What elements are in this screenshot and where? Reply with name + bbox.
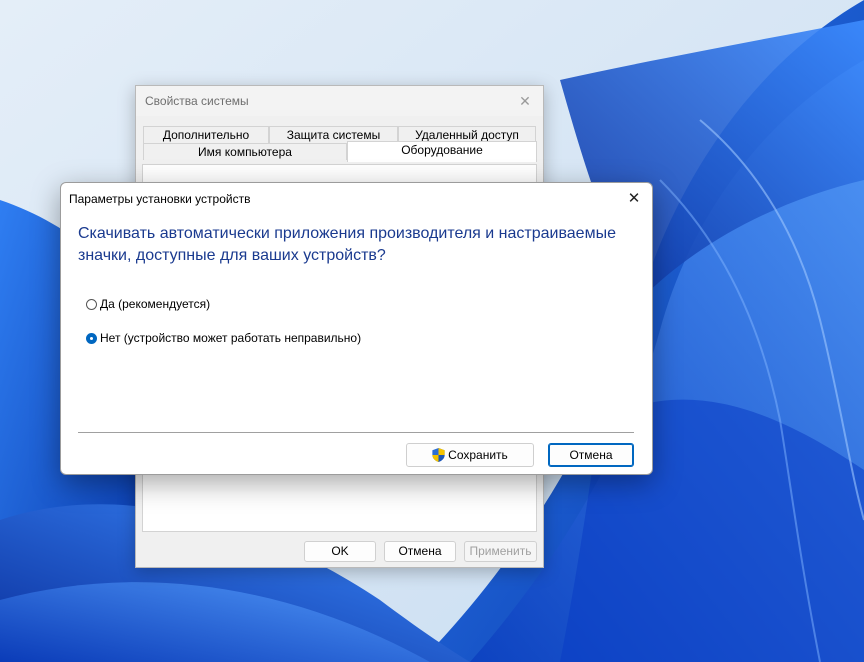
window-title: Свойства системы (145, 94, 249, 108)
radio-icon[interactable] (86, 298, 97, 310)
option-no-label: Нет (устройство может работать неправиль… (100, 331, 362, 345)
apply-button[interactable]: Применить (464, 541, 537, 562)
question-heading: Скачивать автоматически приложения произ… (78, 225, 616, 264)
tab-advanced[interactable]: Дополнительно (143, 126, 269, 143)
ok-button[interactable]: OK (304, 541, 376, 562)
option-no[interactable]: Нет (устройство может работать неправиль… (86, 329, 361, 347)
close-icon[interactable]: ✕ (622, 187, 646, 211)
tab-computer-name[interactable]: Имя компьютера (143, 143, 347, 160)
uac-shield-icon (432, 448, 445, 462)
close-icon[interactable]: ✕ (515, 91, 535, 111)
title-bar: Свойства системы ✕ (136, 86, 543, 116)
tab-hardware[interactable]: Оборудование (347, 141, 537, 162)
option-yes-label: Да (рекомендуется) (100, 297, 211, 311)
device-installation-settings-dialog: Параметры установки устройств ✕ Скачиват… (60, 182, 653, 475)
title-bar: Параметры установки устройств ✕ (61, 183, 652, 214)
cancel-button[interactable]: Отмена (548, 443, 634, 467)
divider (78, 432, 634, 433)
dialog-title: Параметры установки устройств (69, 192, 251, 206)
radio-icon[interactable] (86, 332, 97, 344)
save-label: Сохранить (448, 448, 508, 462)
option-yes[interactable]: Да (рекомендуется) (86, 295, 210, 313)
cancel-button[interactable]: Отмена (384, 541, 456, 562)
save-button[interactable]: Сохранить (406, 443, 534, 467)
